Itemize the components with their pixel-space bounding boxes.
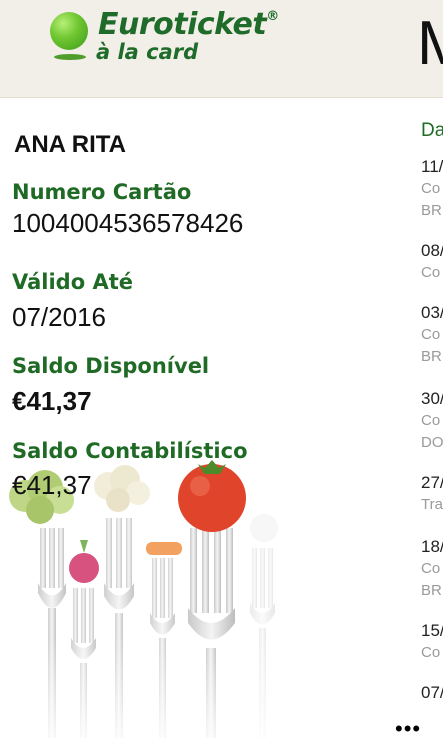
movement-type: Co — [421, 560, 441, 577]
brand-logo: Euroticket® — [98, 7, 279, 42]
movement-item[interactable]: 11/0 Co BR — [421, 156, 443, 222]
movement-date: 03/ — [421, 303, 443, 322]
movement-type: Co — [421, 326, 441, 343]
movement-detail: DO — [421, 434, 443, 451]
movement-type: Co — [421, 264, 441, 281]
brand-name: Euroticket — [98, 7, 267, 42]
movement-type: Co — [421, 180, 441, 197]
appbar-more-button[interactable]: ••• — [395, 716, 421, 738]
balance-value: €41,37 — [12, 386, 92, 416]
movement-date: 27/ — [421, 473, 443, 492]
movement-type: Tra — [421, 496, 443, 513]
accounting-balance-value: €41,37 — [12, 470, 92, 500]
movement-item[interactable]: 15/ Co — [421, 620, 443, 664]
brand-registered-mark: ® — [266, 9, 279, 24]
movement-item[interactable]: 27/ Tra — [421, 472, 443, 516]
movement-date: 18/ — [421, 537, 443, 556]
movement-item[interactable]: 07/ — [421, 682, 443, 704]
movements-header: Da — [421, 120, 443, 141]
logo-shadow — [54, 54, 86, 60]
movement-item[interactable]: 08/ Co — [421, 240, 443, 284]
app-root: Euroticket® à la card M ANA RITA Numero … — [0, 0, 443, 738]
movement-type: Co — [421, 412, 441, 429]
movement-detail: BR — [421, 202, 442, 219]
card-number-value: 1004004536578426 — [12, 208, 244, 238]
card-holder-name: ANA RITA — [14, 131, 126, 158]
valid-until-value: 07/2016 — [12, 302, 106, 332]
card-number-label: Numero Cartão — [12, 180, 192, 204]
movement-type: Co — [421, 644, 441, 661]
movement-date: 08/ — [421, 241, 443, 260]
movement-date: 07/ — [421, 683, 443, 702]
movements-panel-peek[interactable]: Da 11/0 Co BR 08/ Co 03/ Co BR 30/ Co DO… — [415, 98, 443, 738]
movement-item[interactable]: 03/ Co BR — [421, 302, 443, 368]
movement-detail: BR — [421, 348, 442, 365]
movement-date: 15/ — [421, 621, 443, 640]
movement-date: 30/ — [421, 389, 443, 408]
movement-detail: BR — [421, 582, 442, 599]
logo-ball-icon — [50, 12, 88, 50]
movement-date: 11/0 — [421, 157, 443, 176]
movement-item[interactable]: 30/ Co DO — [421, 388, 443, 454]
valid-until-label: Válido Até — [12, 270, 133, 294]
movement-item[interactable]: 18/ Co BR — [421, 536, 443, 602]
app-header: Euroticket® à la card M — [0, 0, 443, 98]
brand-subtitle: à la card — [96, 40, 199, 64]
next-pivot-peek[interactable]: M — [417, 8, 443, 79]
balance-label: Saldo Disponível — [12, 354, 210, 378]
